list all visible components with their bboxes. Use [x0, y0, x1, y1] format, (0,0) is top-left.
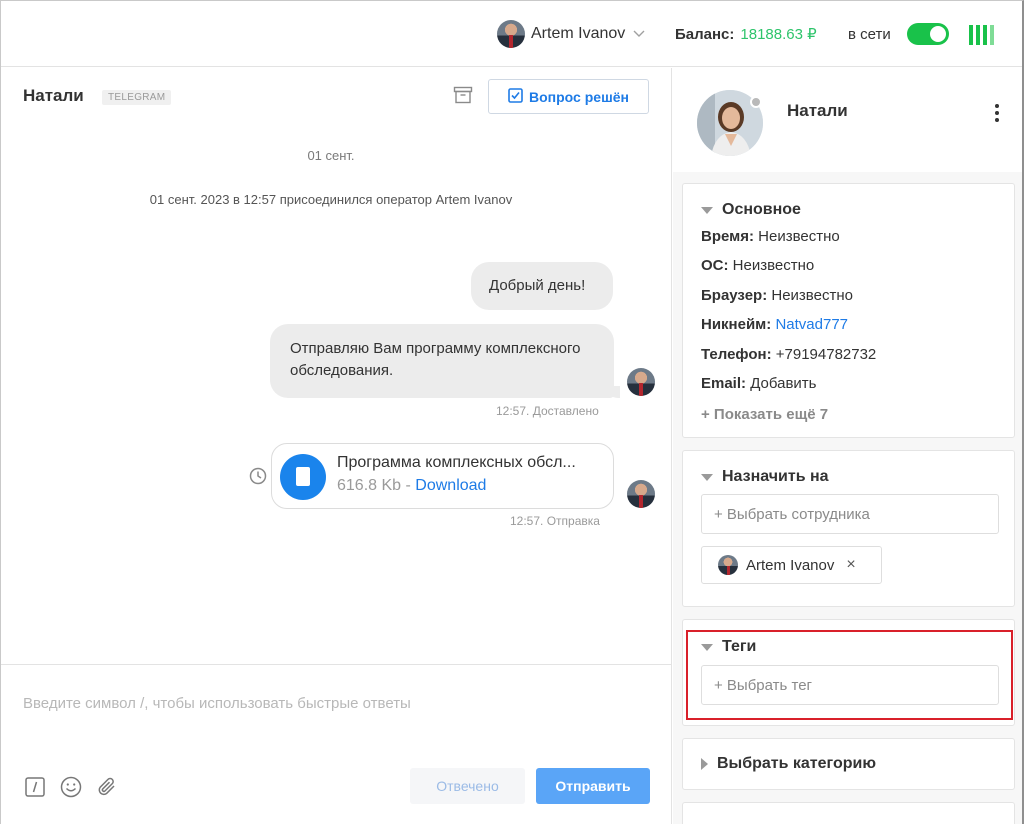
- message-bubble: Отправляю Вам программу комплексного обс…: [270, 324, 614, 398]
- file-separator: -: [401, 477, 416, 494]
- contact-header: Натали: [673, 68, 1022, 172]
- field-phone: Телефон: +79194782732: [701, 346, 876, 363]
- clock-icon: [249, 467, 267, 485]
- category-toggle[interactable]: Выбрать категорию: [701, 755, 876, 773]
- date-separator: 01 сент.: [307, 148, 355, 163]
- assign-toggle[interactable]: Назначить на: [701, 468, 829, 486]
- assignee-chip: Artem Ivanov ×: [701, 546, 882, 584]
- status-dot: [750, 96, 762, 108]
- paperclip-icon[interactable]: [95, 775, 119, 799]
- message-meta: 12:57. Доставлено: [496, 404, 599, 418]
- tag-select[interactable]: + Выбрать тег: [701, 665, 999, 705]
- field-value: Неизвестно: [758, 228, 840, 245]
- emoji-icon[interactable]: [59, 775, 83, 799]
- file-size: 616.8 Kb: [337, 477, 402, 494]
- caret-down-icon: [701, 643, 713, 651]
- field-label: Телефон:: [701, 346, 772, 363]
- caret-right-icon: [701, 758, 708, 770]
- archive-icon[interactable]: [453, 86, 473, 104]
- nickname-link[interactable]: Natvad777: [775, 316, 848, 333]
- assignee-avatar: [718, 555, 738, 575]
- document-icon: [280, 454, 326, 500]
- tags-card: Теги + Выбрать тег: [682, 619, 1015, 726]
- balance: Баланс: 18188.63 ₽: [675, 25, 817, 43]
- resolve-button-label: Вопрос решён: [529, 88, 629, 105]
- field-nickname: Никнейм: Natvad777: [701, 316, 848, 333]
- assign-card: Назначить на + Выбрать сотрудника Artem …: [682, 450, 1015, 607]
- category-title: Выбрать категорию: [717, 755, 877, 772]
- send-button[interactable]: Отправить: [536, 768, 650, 804]
- balance-value: 18188.63 ₽: [740, 26, 817, 43]
- channel-badge: TELEGRAM: [102, 90, 172, 105]
- signal-icon: [969, 25, 994, 45]
- user-menu[interactable]: Artem Ivanov: [497, 19, 645, 49]
- show-more-button[interactable]: + Показать ещё 7: [701, 406, 828, 423]
- next-card: [682, 802, 1015, 824]
- file-message[interactable]: Программа комплексных обсл... 616.8 Kb -…: [271, 443, 614, 509]
- field-value: Неизвестно: [771, 287, 853, 304]
- message-meta: 12:57. Отправка: [510, 514, 600, 528]
- add-email-link[interactable]: Добавить: [750, 375, 816, 392]
- user-name: Artem Ivanov: [531, 25, 626, 42]
- caret-down-icon: [701, 473, 713, 481]
- balance-label: Баланс:: [675, 26, 735, 43]
- chat-title: Натали: [23, 86, 84, 105]
- check-square-icon: [508, 87, 523, 106]
- field-time: Время: Неизвестно: [701, 228, 840, 245]
- field-email: Email: Добавить: [701, 375, 816, 392]
- chat-panel: Натали TELEGRAM Вопрос решён 01 сент. 01…: [1, 68, 672, 824]
- field-value: Неизвестно: [732, 257, 815, 274]
- user-avatar: [497, 20, 525, 48]
- field-label: ОС:: [701, 257, 729, 274]
- more-menu-icon[interactable]: [993, 104, 1001, 124]
- contact-name: Натали: [787, 101, 848, 120]
- category-card: Выбрать категорию: [682, 738, 1015, 790]
- field-value: +79194782732: [775, 346, 877, 363]
- download-link[interactable]: Download: [415, 477, 486, 494]
- field-browser: Браузер: Неизвестно: [701, 287, 853, 304]
- caret-down-icon: [701, 206, 713, 214]
- online-label: в сети: [848, 26, 891, 43]
- contact-panel: Натали Основное Время: Неизвестно ОС: Не…: [673, 68, 1022, 824]
- assignee-select[interactable]: + Выбрать сотрудника: [701, 494, 999, 534]
- field-os: ОС: Неизвестно: [701, 257, 814, 274]
- field-label: Email:: [701, 375, 747, 392]
- assignee-name: Artem Ivanov: [746, 556, 835, 574]
- field-label: Никнейм:: [701, 316, 772, 333]
- chevron-down-icon: [633, 27, 645, 41]
- message-bubble: Добрый день!: [471, 262, 613, 310]
- file-name: Программа комплексных обсл...: [337, 454, 576, 471]
- operator-avatar: [627, 480, 655, 508]
- quick-reply-icon[interactable]: [23, 775, 47, 799]
- assign-title: Назначить на: [722, 468, 829, 485]
- message-input[interactable]: [23, 683, 653, 723]
- basic-info-title: Основное: [722, 201, 801, 218]
- top-bar: Artem Ivanov Баланс: 18188.63 ₽ в сети: [1, 1, 1022, 67]
- resolve-button[interactable]: Вопрос решён: [488, 79, 649, 114]
- operator-avatar: [627, 368, 655, 396]
- composer: Отвечено Отправить: [1, 664, 672, 824]
- remove-assignee-icon[interactable]: ×: [846, 556, 855, 574]
- field-label: Браузер:: [701, 287, 768, 304]
- field-label: Время:: [701, 228, 754, 245]
- system-message: 01 сент. 2023 в 12:57 присоединился опер…: [149, 192, 513, 207]
- file-size-line: 616.8 Kb - Download: [337, 477, 486, 495]
- basic-info-toggle[interactable]: Основное: [701, 201, 801, 219]
- online-toggle[interactable]: [907, 23, 949, 45]
- basic-info-card: Основное Время: Неизвестно ОС: Неизвестн…: [682, 183, 1015, 438]
- tags-title: Теги: [722, 638, 757, 655]
- answered-button[interactable]: Отвечено: [410, 768, 525, 804]
- tags-toggle[interactable]: Теги: [701, 638, 756, 656]
